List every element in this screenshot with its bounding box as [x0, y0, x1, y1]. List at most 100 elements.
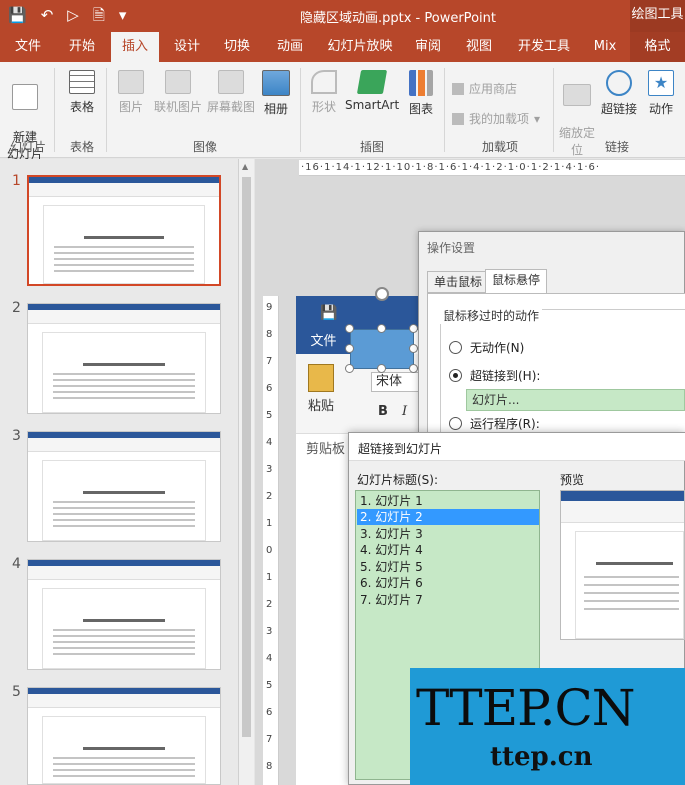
smartart-label: SmartArt [345, 98, 400, 112]
resize-handle[interactable] [345, 324, 354, 333]
hyperlink-target-combo[interactable]: 幻灯片... [466, 389, 685, 411]
slide-thumbnail-2[interactable] [27, 303, 221, 414]
site-watermark: TTEP.CN ttep.cn [410, 668, 685, 785]
radio-hyperlink-to[interactable]: 超链接到(H): [449, 367, 540, 384]
store-button[interactable]: 应用商店 [452, 80, 517, 97]
new-slide-icon [12, 84, 38, 110]
group-legend: 鼠标移过时的动作 [440, 307, 543, 324]
my-addins-button[interactable]: 我的加载项 ▾ [452, 110, 540, 127]
screenshot-button[interactable]: 屏幕截图 [205, 70, 257, 115]
dropdown-icon: ▾ [534, 111, 541, 126]
tab-slideshow[interactable]: 幻灯片放映 [323, 32, 397, 62]
shapes-button[interactable]: 形状 [306, 70, 342, 115]
zoom-button[interactable]: 缩放定 位 [558, 70, 596, 158]
resize-handle[interactable] [409, 324, 418, 333]
picture-button[interactable]: 图片 [114, 70, 148, 115]
list-item[interactable]: 6. 幻灯片 6 [357, 575, 539, 591]
scroll-up-icon[interactable]: ▲ [242, 162, 248, 171]
online-picture-button[interactable]: 联机图片 [152, 70, 204, 115]
action-label: 动作 [648, 102, 673, 116]
group-separator [444, 68, 445, 152]
star-icon: ★ [648, 70, 674, 96]
customize-qat-icon[interactable]: ▾ [119, 6, 127, 24]
tab-mouse-over[interactable]: 鼠标悬停 [485, 269, 548, 294]
list-item-selected[interactable]: 2. 幻灯片 2 [357, 509, 539, 525]
vertical-ruler: 9 8 7 6 5 4 3 2 1 0 1 2 3 4 5 6 7 8 [263, 296, 279, 785]
new-file-icon[interactable]: 🗎 [93, 6, 105, 24]
action-button[interactable]: ★ 动作 [645, 70, 677, 117]
tab-format[interactable]: 格式 [630, 32, 685, 62]
from-start-icon[interactable]: ▷ [67, 6, 79, 24]
dialog-title: 超链接到幻灯片 [358, 442, 443, 456]
save-icon[interactable]: 💾 [8, 6, 27, 24]
smartart-icon [356, 70, 388, 94]
rotation-handle[interactable] [375, 287, 389, 301]
tab-developer[interactable]: 开发工具 [512, 32, 576, 62]
resize-handle[interactable] [409, 364, 418, 373]
tab-transitions[interactable]: 切换 [215, 32, 259, 62]
online-picture-label: 联机图片 [153, 100, 202, 114]
tab-home[interactable]: 开始 [60, 32, 104, 62]
tab-animations[interactable]: 动画 [268, 32, 312, 62]
slide-thumbnail-4[interactable] [27, 559, 221, 670]
chart-icon [409, 70, 433, 96]
group-separator [553, 68, 554, 152]
list-item[interactable]: 7. 幻灯片 7 [357, 592, 539, 608]
tab-insert[interactable]: 插入 [111, 32, 159, 62]
ribbon-tabs: 文件 开始 插入 设计 切换 动画 幻灯片放映 审阅 视图 开发工具 Mix 格… [0, 32, 685, 62]
radio-run-program[interactable]: 运行程序(R): [449, 415, 540, 432]
chart-button[interactable]: 图表 [405, 70, 437, 117]
dialog-title: 操作设置 [427, 241, 476, 255]
tab-view[interactable]: 视图 [457, 32, 501, 62]
table-label: 表格 [69, 100, 94, 114]
slide-thumbnail-1[interactable] [27, 175, 221, 286]
radio-button[interactable] [449, 417, 462, 430]
tab-file[interactable]: 文件 [6, 32, 50, 62]
table-button[interactable]: 表格 [62, 70, 102, 115]
screenshot-label: 屏幕截图 [206, 100, 255, 114]
hyperlink-button[interactable]: 超链接 [600, 70, 638, 117]
slide-thumbnail-3[interactable] [27, 431, 221, 542]
resize-handle[interactable] [345, 344, 354, 353]
ribbon: 新建 幻灯片 表格 图片 联机图片 屏幕截图 相册 形状 SmartArt 图表… [0, 62, 685, 161]
tab-mouse-click[interactable]: 单击鼠标 [427, 271, 490, 293]
store-label: 应用商店 [469, 82, 518, 96]
chart-label: 图表 [408, 102, 433, 116]
resize-handle[interactable] [377, 324, 386, 333]
group-label-illustrations: 插图 [359, 140, 384, 154]
undo-icon[interactable]: ↶ [41, 6, 54, 24]
group-label-links: 链接 [604, 140, 629, 154]
radio-button-selected[interactable] [449, 369, 462, 382]
store-icon [452, 82, 464, 95]
group-label-slides: 幻灯片 [9, 140, 46, 154]
addins-icon [452, 112, 464, 125]
smartart-button[interactable]: SmartArt [345, 70, 399, 112]
group-separator [54, 68, 55, 152]
list-item[interactable]: 4. 幻灯片 4 [357, 542, 539, 558]
resize-handle[interactable] [409, 344, 418, 353]
tab-design[interactable]: 设计 [165, 32, 209, 62]
scrollbar-thumb[interactable] [242, 177, 251, 737]
slide-number: 2 [12, 300, 21, 316]
thumbnail-scrollbar[interactable]: ▲ [238, 159, 254, 785]
selected-rectangle-shape[interactable] [350, 329, 414, 369]
album-label: 相册 [263, 102, 288, 116]
resize-handle[interactable] [377, 364, 386, 373]
list-item[interactable]: 1. 幻灯片 1 [357, 493, 539, 509]
shapes-label: 形状 [311, 100, 336, 114]
slide-thumbnail-5[interactable] [27, 687, 221, 785]
radio-no-action[interactable]: 无动作(N) [449, 339, 524, 356]
preview-label: 预览 [560, 473, 585, 487]
tab-mix[interactable]: Mix [587, 32, 623, 62]
watermark-domain-small: ttep.cn [490, 742, 593, 772]
list-item[interactable]: 5. 幻灯片 5 [357, 559, 539, 575]
tab-review[interactable]: 审阅 [406, 32, 450, 62]
radio-button[interactable] [449, 341, 462, 354]
table-icon [69, 70, 95, 94]
resize-handle[interactable] [345, 364, 354, 373]
album-button[interactable]: 相册 [259, 70, 293, 117]
list-item[interactable]: 3. 幻灯片 3 [357, 526, 539, 542]
slide-number: 4 [12, 556, 21, 572]
group-separator [106, 68, 107, 152]
hyperlink-label: 超链接 [600, 102, 637, 116]
